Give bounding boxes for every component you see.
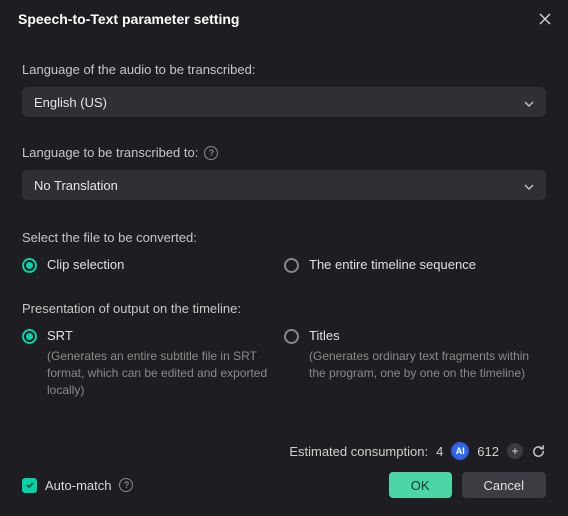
dialog-header: Speech-to-Text parameter setting: [0, 0, 568, 38]
consumption-label: Estimated consumption:: [289, 444, 428, 459]
footer-row: Auto-match ? OK Cancel: [22, 472, 546, 498]
refresh-icon: [531, 444, 546, 459]
radio-description: (Generates an entire subtitle file in SR…: [22, 348, 284, 398]
checkbox-icon: [22, 478, 37, 493]
target-language-value: No Translation: [34, 178, 118, 193]
ai-badge-icon: AI: [451, 442, 469, 460]
close-button[interactable]: [536, 10, 554, 28]
auto-match-label: Auto-match: [45, 478, 111, 493]
dialog-title: Speech-to-Text parameter setting: [18, 11, 239, 27]
radio-titles[interactable]: Titles: [284, 328, 546, 344]
refresh-button[interactable]: [531, 444, 546, 459]
target-language-select[interactable]: No Translation: [22, 170, 546, 200]
help-icon[interactable]: ?: [204, 146, 218, 160]
presentation-label: Presentation of output on the timeline:: [22, 301, 546, 316]
ok-button[interactable]: OK: [389, 472, 452, 498]
target-language-label: Language to be transcribed to: ?: [22, 145, 546, 160]
credits-value: 612: [477, 444, 499, 459]
chevron-down-icon: [524, 95, 534, 110]
cancel-button[interactable]: Cancel: [462, 472, 546, 498]
chevron-down-icon: [524, 178, 534, 193]
radio-icon: [22, 329, 37, 344]
close-icon: [539, 13, 551, 25]
radio-label: Clip selection: [47, 257, 124, 272]
radio-description: (Generates ordinary text fragments withi…: [284, 348, 546, 382]
radio-icon: [284, 329, 299, 344]
radio-srt[interactable]: SRT: [22, 328, 284, 344]
file-select-label: Select the file to be converted:: [22, 230, 546, 245]
radio-icon: [22, 258, 37, 273]
add-credits-button[interactable]: +: [507, 443, 523, 459]
radio-clip-selection[interactable]: Clip selection: [22, 257, 284, 273]
radio-label: SRT: [47, 328, 73, 343]
radio-label: Titles: [309, 328, 340, 343]
auto-match-checkbox[interactable]: Auto-match ?: [22, 478, 133, 493]
radio-entire-timeline[interactable]: The entire timeline sequence: [284, 257, 546, 273]
dialog-content: Language of the audio to be transcribed:…: [0, 38, 568, 398]
consumption-value: 4: [436, 444, 443, 459]
radio-label: The entire timeline sequence: [309, 257, 476, 272]
source-language-label: Language of the audio to be transcribed:: [22, 62, 546, 77]
help-icon[interactable]: ?: [119, 478, 133, 492]
source-language-select[interactable]: English (US): [22, 87, 546, 117]
consumption-row: Estimated consumption: 4 AI 612 +: [289, 442, 546, 460]
radio-icon: [284, 258, 299, 273]
source-language-value: English (US): [34, 95, 107, 110]
